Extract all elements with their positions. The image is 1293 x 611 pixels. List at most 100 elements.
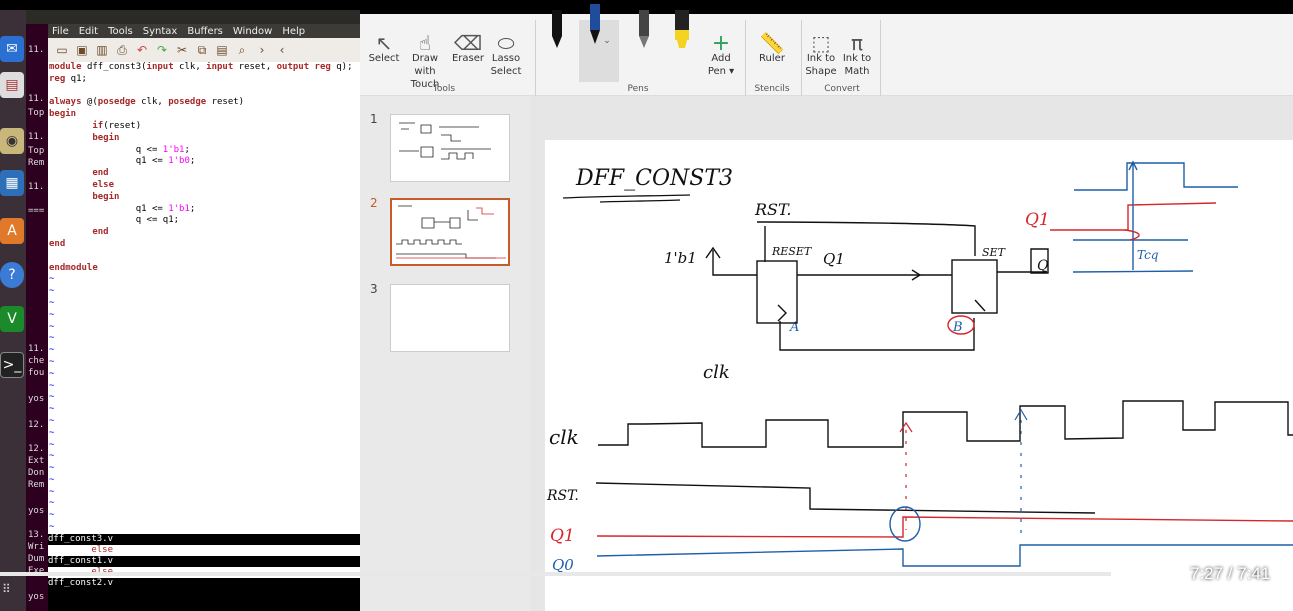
cut-icon[interactable]: ✂ <box>174 42 190 58</box>
thunderbird-icon[interactable]: ✉ <box>0 36 24 62</box>
open-icon[interactable]: ▭ <box>54 42 70 58</box>
terminal-line: 11. <box>28 344 45 354</box>
rst-label: RST. <box>754 200 791 219</box>
code-line: if(reset) <box>49 120 142 131</box>
terminal-line: Dum <box>28 554 45 564</box>
help-icon[interactable]: ? <box>0 262 24 288</box>
empty-line-marker: ~ <box>49 286 55 297</box>
empty-line-marker: ~ <box>49 392 55 403</box>
code-line: begin <box>49 109 77 120</box>
empty-line-marker: ~ <box>49 510 55 521</box>
vim-menu-item[interactable]: Syntax <box>143 26 178 37</box>
ruler-button[interactable]: 📏 Ruler <box>752 22 792 65</box>
tool-lasso[interactable]: ⬭ Lasso Select <box>488 22 524 78</box>
highlighter-yellow[interactable] <box>670 10 694 52</box>
vim-menu-item[interactable]: Help <box>282 26 305 37</box>
undo-icon[interactable]: ↶ <box>134 42 150 58</box>
vim-menubar: File Edit Tools Syntax Buffers Window Help <box>48 24 360 38</box>
find-next-icon[interactable]: › <box>254 42 270 58</box>
find-icon[interactable]: ⌕ <box>234 42 250 58</box>
tool-eraser[interactable]: ⌫ Eraser <box>450 22 486 65</box>
terminal-line: Wri <box>28 542 45 552</box>
terminal-line: yos <box>28 506 45 516</box>
ribbon-separator <box>535 20 536 102</box>
code-line: reg q1; <box>49 73 87 84</box>
terminal-line: 11. <box>28 94 45 104</box>
save-icon[interactable]: ▣ <box>74 42 90 58</box>
code-line: q1 <= 1'b1; <box>49 203 196 214</box>
buffer-status-line[interactable]: dff_const2.v <box>48 578 360 589</box>
vim-icon[interactable]: V <box>0 306 24 332</box>
save-all-icon[interactable]: ▥ <box>94 42 110 58</box>
q-waveform <box>596 544 1293 567</box>
terminal-line: 13. <box>28 530 45 540</box>
empty-line-marker: ~ <box>49 345 55 356</box>
wave-q1-label: Q1 <box>550 526 575 546</box>
pen-black[interactable] <box>545 10 569 52</box>
find-prev-icon[interactable]: ‹ <box>274 42 290 58</box>
code-line: end <box>49 168 109 179</box>
terminal-line: 11. <box>28 182 45 192</box>
slide-canvas[interactable]: DFF_CONST3 RST. RESET SET 1'b1 Q1 Q A B … <box>545 140 1293 611</box>
empty-line-marker: ~ <box>49 309 55 320</box>
vim-menu-item[interactable]: Edit <box>79 26 98 37</box>
vim-menu-item[interactable]: Tools <box>108 26 133 37</box>
add-pen-button[interactable]: + Add Pen ▾ <box>704 22 738 78</box>
code-line: end <box>49 227 109 238</box>
group-pens-label: Pens <box>627 84 649 94</box>
copy-icon[interactable]: ⧉ <box>194 42 210 58</box>
tcq-label: Tcq <box>1137 248 1159 262</box>
vim-menu-item[interactable]: File <box>52 26 69 37</box>
video-time: 7:27 / 7:41 <box>1190 564 1271 583</box>
pen-gray[interactable] <box>632 10 656 52</box>
vim-menu-item[interactable]: Window <box>233 26 272 37</box>
code-line: q <= q1; <box>49 215 180 226</box>
terminal-line: Ext <box>28 456 45 466</box>
vim-editor[interactable]: module dff_const3(input clk, input reset… <box>48 62 360 534</box>
terminal-line: Top <box>28 146 45 156</box>
vim-menu-item[interactable]: Buffers <box>187 26 223 37</box>
empty-line-marker: ~ <box>49 404 55 415</box>
slide-thumbnail-1[interactable] <box>390 114 510 182</box>
buffer-status-line[interactable]: dff_const3.v <box>48 534 360 545</box>
rhythmbox-icon[interactable]: ◉ <box>0 128 24 154</box>
empty-line-marker: ~ <box>49 274 55 285</box>
group-tools-label: Tools <box>432 84 456 94</box>
writer-icon[interactable]: ▦ <box>0 170 24 196</box>
more-dots-icon[interactable]: ⠿ <box>2 583 18 606</box>
slide-number: 1 <box>370 112 378 126</box>
print-icon[interactable]: ⎙ <box>114 42 130 58</box>
empty-line-marker: ~ <box>49 474 55 485</box>
buffer-status-line[interactable]: dff_const1.v <box>48 556 360 567</box>
software-center-icon[interactable]: A <box>0 218 24 244</box>
ink-to-shape-button[interactable]: ⬚ Ink to Shape <box>804 22 838 78</box>
tool-draw-with[interactable]: ☝ Draw with Touch <box>400 22 450 91</box>
redo-icon[interactable]: ↷ <box>154 42 170 58</box>
eraser-icon: ⌫ <box>453 31 483 55</box>
pen-blue-selected[interactable]: ⌄ <box>579 4 619 82</box>
empty-line-marker: ~ <box>49 498 55 509</box>
ribbon-separator <box>745 20 746 102</box>
empty-line-marker: ~ <box>49 427 55 438</box>
q1-wave-label-right: Q1 <box>1025 210 1050 230</box>
empty-line-marker: ~ <box>49 297 55 308</box>
terminal-icon[interactable]: >_ <box>0 352 24 378</box>
slide-thumbnails: 1 2 3 <box>360 96 530 611</box>
ribbon-separator <box>801 20 802 102</box>
slide-thumbnail-3[interactable] <box>390 284 510 352</box>
slide-title: DFF_CONST3 <box>575 166 733 191</box>
slide-number: 2 <box>370 196 378 210</box>
clk-label: clk <box>703 362 730 383</box>
video-progress-bar[interactable] <box>0 572 1147 576</box>
paste-icon[interactable]: ▤ <box>214 42 230 58</box>
slide-thumbnail-2[interactable] <box>390 198 510 266</box>
terminal-line: Top <box>28 108 45 118</box>
group-stencils-label: Stencils <box>754 84 790 94</box>
files-icon[interactable]: ▤ <box>0 72 24 98</box>
tool-select[interactable]: ↖ Select <box>368 22 400 65</box>
clk-wave-right <box>1074 162 1238 191</box>
ink-to-math-button[interactable]: π Ink to Math <box>840 22 874 78</box>
code-line: begin <box>49 191 120 202</box>
pi-icon: π <box>850 31 864 55</box>
